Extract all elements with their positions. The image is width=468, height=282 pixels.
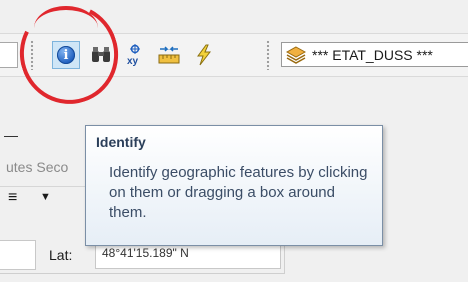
lat-label: Lat:	[49, 247, 73, 263]
tooltip-body: Identify geographic features by clicking…	[109, 164, 368, 221]
panel-border	[0, 273, 285, 274]
tooltip-title: Identify	[96, 134, 146, 150]
annotation-circle	[34, 6, 98, 50]
panel-divider	[0, 186, 95, 187]
measure-button[interactable]	[155, 41, 183, 69]
lightning-icon	[197, 44, 212, 66]
go-to-xy-icon: xy	[127, 44, 140, 66]
svg-text:xy: xy	[127, 56, 139, 66]
latitude-input[interactable]: 48°41'15.189" N	[95, 245, 281, 269]
hyperlink-button[interactable]	[190, 41, 218, 69]
go-to-xy-button[interactable]: xy	[121, 41, 149, 69]
dropdown-arrow-icon[interactable]: ▼	[40, 191, 51, 203]
hamburger-menu-icon[interactable]: ≡	[8, 189, 17, 207]
layer-icon	[286, 45, 306, 64]
panel-label: utes Seco	[6, 159, 69, 175]
layer-combo[interactable]: *** ETAT_DUSS ***	[281, 42, 468, 67]
layer-combo-value: *** ETAT_DUSS ***	[312, 46, 433, 63]
measure-icon	[158, 46, 180, 64]
panel-minimize-glyph[interactable]	[4, 123, 18, 137]
longitude-input[interactable]	[0, 240, 36, 270]
identify-tooltip: Identify Identify geographic features by…	[85, 125, 383, 246]
toolbar-grip[interactable]	[266, 40, 270, 70]
toolbar-combo-stub[interactable]	[0, 42, 18, 68]
